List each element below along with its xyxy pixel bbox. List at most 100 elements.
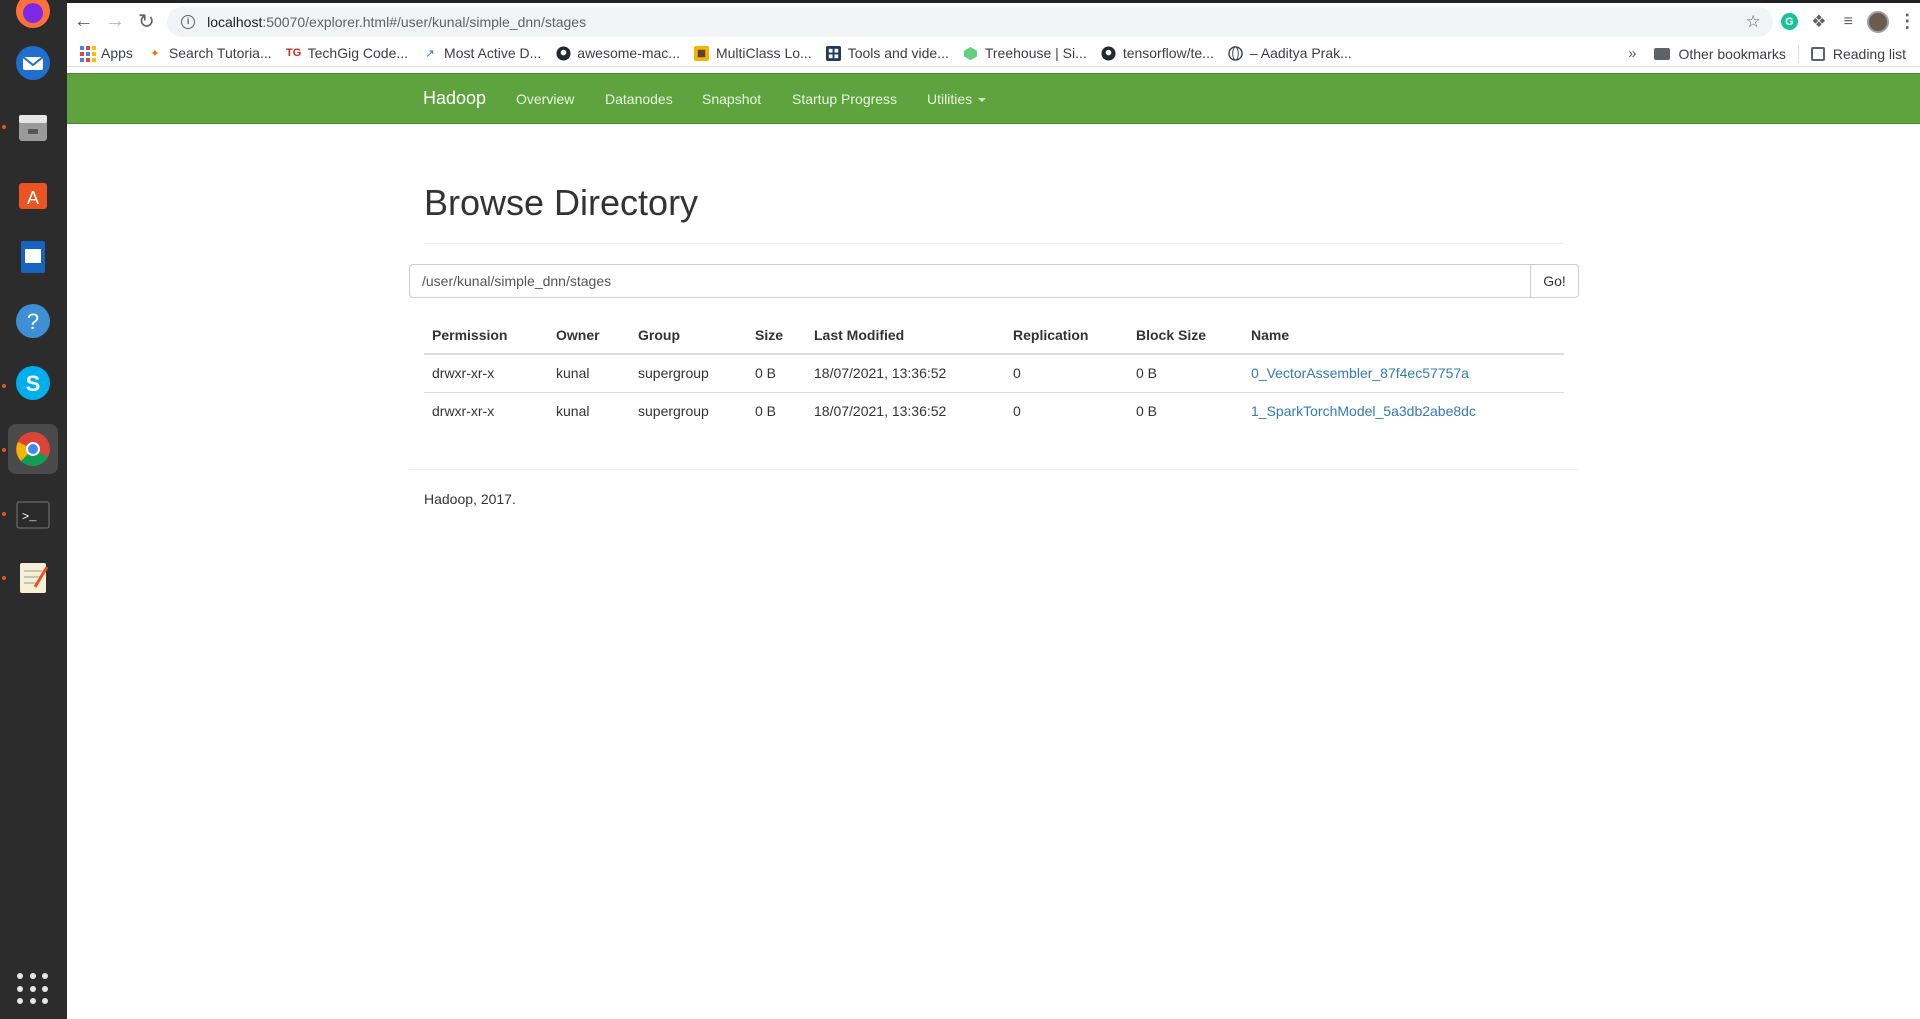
footer-divider <box>409 469 1579 470</box>
cell-name: 0_VectorAssembler_87f4ec57757a <box>1243 353 1564 392</box>
help-icon[interactable]: ? <box>8 296 58 346</box>
nav-snapshot[interactable]: Snapshot <box>702 91 761 107</box>
running-indicator <box>2 125 6 129</box>
media-queue-icon[interactable]: ≡ <box>1836 9 1861 35</box>
svg-text:S: S <box>26 371 41 396</box>
directory-table: Permission Owner Group Size Last Modifie… <box>424 316 1564 430</box>
url-text[interactable]: localhost:50070/explorer.html#/user/kuna… <box>207 14 586 30</box>
text-editor-icon[interactable] <box>8 552 58 602</box>
dropdown-caret-icon <box>978 98 987 103</box>
skype-icon[interactable]: S <box>8 358 58 408</box>
cell-last-modified: 18/07/2021, 13:36:52 <box>806 391 1005 430</box>
browser-menu-icon[interactable]: ⋮ <box>1895 9 1920 35</box>
hadoop-navbar: Hadoop Overview Datanodes Snapshot Start… <box>67 73 1920 124</box>
nav-utilities[interactable]: Utilities <box>927 91 987 107</box>
bookmark-most-active[interactable]: ↗ Most Active D... <box>422 45 541 61</box>
globe-icon <box>1228 45 1244 61</box>
cell-replication: 0 <box>1005 353 1128 392</box>
url-host: localhost <box>207 13 263 30</box>
bookmark-apps[interactable]: Apps <box>79 45 133 62</box>
site-info-icon[interactable]: i <box>181 14 196 29</box>
cell-block-size: 0 B <box>1128 353 1243 392</box>
directory-link[interactable]: 0_VectorAssembler_87f4ec57757a <box>1251 365 1469 381</box>
firefox-icon[interactable] <box>8 0 58 36</box>
running-indicator <box>2 448 6 452</box>
column-replication[interactable]: Replication <box>1005 316 1128 355</box>
cell-owner: kunal <box>548 353 630 392</box>
other-bookmarks[interactable]: Other bookmarks <box>1678 46 1785 62</box>
bookmark-techgig[interactable]: TG TechGig Code... <box>286 45 408 61</box>
navbar-brand[interactable]: Hadoop <box>423 88 486 109</box>
address-bar[interactable]: i localhost:50070/explorer.html#/user/ku… <box>167 6 1773 37</box>
terminal-icon[interactable]: >_ <box>8 489 58 539</box>
column-permission[interactable]: Permission <box>424 316 548 355</box>
column-group[interactable]: Group <box>630 316 747 355</box>
apps-grid-icon <box>79 45 96 62</box>
bookmarks-right: » Other bookmarks Reading list <box>1628 40 1906 67</box>
column-block-size[interactable]: Block Size <box>1128 316 1243 355</box>
cell-group: supergroup <box>630 391 747 430</box>
treehouse-icon <box>963 45 979 61</box>
reload-icon[interactable]: ↻ <box>132 7 161 37</box>
software-center-icon[interactable]: A <box>8 168 58 218</box>
github-icon <box>1101 45 1117 61</box>
bookmark-multiclass[interactable]: MultiClass Lo... <box>694 45 812 61</box>
cell-size: 0 B <box>747 353 806 392</box>
bookmark-label: – Aaditya Prak... <box>1249 45 1352 61</box>
page-footer: Hadoop, 2017. <box>424 491 516 507</box>
folder-icon <box>1654 47 1671 60</box>
techgig-icon: TG <box>286 47 302 59</box>
bookmark-search-tutorials[interactable]: ✦ Search Tutoria... <box>147 45 271 61</box>
nav-datanodes[interactable]: Datanodes <box>605 91 673 107</box>
bookmark-label: Tools and vide... <box>847 45 949 61</box>
directory-link[interactable]: 1_SparkTorchModel_5a3db2abe8dc <box>1251 403 1476 419</box>
cell-block-size: 0 B <box>1128 391 1243 430</box>
column-owner[interactable]: Owner <box>548 316 630 355</box>
files-icon[interactable] <box>8 102 58 152</box>
bookmark-tools-videos[interactable]: Tools and vide... <box>826 45 949 61</box>
cell-last-modified: 18/07/2021, 13:36:52 <box>806 353 1005 392</box>
table-header-row: Permission Owner Group Size Last Modifie… <box>424 316 1564 355</box>
bookmark-label: Most Active D... <box>444 45 542 61</box>
cell-permission: drwxr-xr-x <box>424 391 548 430</box>
bookmark-treehouse[interactable]: Treehouse | Si... <box>963 45 1087 61</box>
bookmark-label: tensorflow/te... <box>1122 45 1214 61</box>
tools-icon <box>826 45 842 61</box>
column-size[interactable]: Size <box>747 316 806 355</box>
back-arrow-icon[interactable]: ← <box>69 7 98 37</box>
bookmark-tensorflow[interactable]: tensorflow/te... <box>1101 45 1214 61</box>
github-icon <box>555 45 571 61</box>
column-name[interactable]: Name <box>1243 316 1564 355</box>
column-last-modified[interactable]: Last Modified <box>806 316 1005 355</box>
show-applications-icon[interactable] <box>14 970 52 1008</box>
bookmarks-bar: Apps ✦ Search Tutoria... TG TechGig Code… <box>67 40 1920 67</box>
bookmarks-divider <box>1797 44 1799 63</box>
table-row: drwxr-xr-x kunal supergroup 0 B 18/07/20… <box>424 353 1564 392</box>
cell-owner: kunal <box>548 391 630 430</box>
chrome-icon[interactable] <box>8 424 58 474</box>
browser-toolbar: ← → ↻ i localhost:50070/explorer.html#/u… <box>67 0 1920 40</box>
directory-path-input[interactable] <box>409 264 1531 298</box>
tutorial-icon: ✦ <box>150 47 160 60</box>
bookmark-awesome-mac[interactable]: awesome-mac... <box>555 45 680 61</box>
page-header: Browse Directory <box>424 182 1564 244</box>
writer-icon[interactable] <box>8 232 58 282</box>
profile-avatar[interactable] <box>1865 9 1890 35</box>
forward-arrow-icon[interactable]: → <box>100 7 129 37</box>
go-button[interactable]: Go! <box>1530 264 1579 298</box>
bookmark-aaditya[interactable]: – Aaditya Prak... <box>1228 45 1352 61</box>
multiclass-icon <box>694 45 710 61</box>
bookmark-label: Apps <box>101 45 133 61</box>
grammarly-extension-icon[interactable]: G <box>1777 9 1802 35</box>
nav-overview[interactable]: Overview <box>516 91 574 107</box>
reading-list[interactable]: Reading list <box>1833 46 1906 62</box>
bookmark-label: Treehouse | Si... <box>984 45 1087 61</box>
more-bookmarks-chevron-icon[interactable]: » <box>1628 45 1636 62</box>
table-row: drwxr-xr-x kunal supergroup 0 B 18/07/20… <box>424 391 1564 430</box>
bookmark-label: MultiClass Lo... <box>715 45 812 61</box>
nav-startup-progress[interactable]: Startup Progress <box>792 91 897 107</box>
extensions-puzzle-icon[interactable]: ❖ <box>1806 9 1831 35</box>
bookmark-label: TechGig Code... <box>307 45 409 61</box>
thunderbird-icon[interactable] <box>8 38 58 88</box>
bookmark-star-icon[interactable]: ☆ <box>1745 12 1760 32</box>
